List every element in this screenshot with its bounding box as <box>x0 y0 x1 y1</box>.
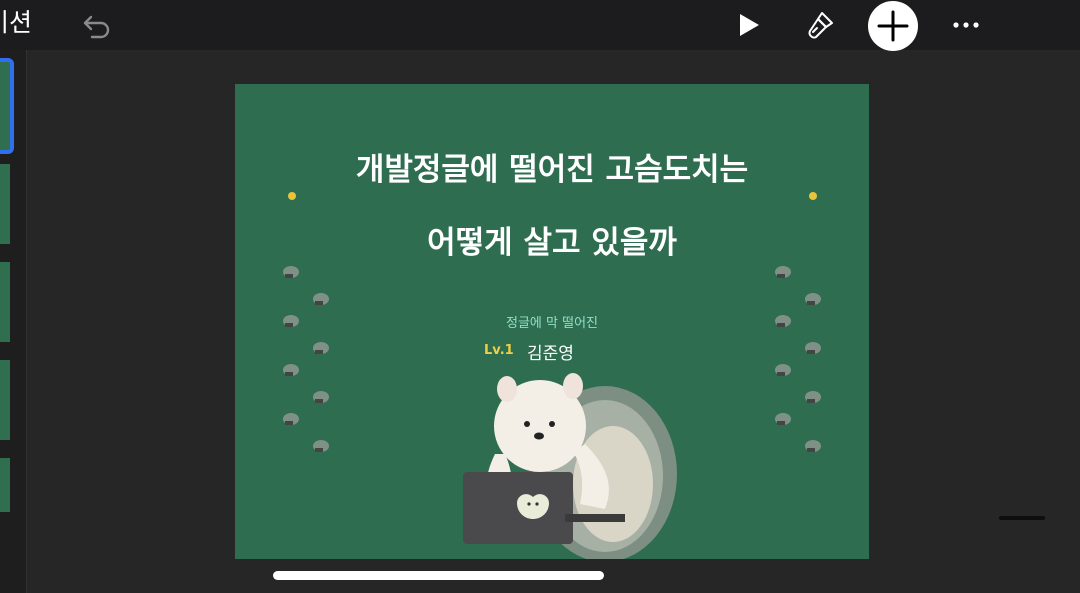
mini-hedgehog-icon <box>283 266 299 278</box>
level-badge[interactable]: Lv.1 <box>484 343 514 358</box>
add-icon <box>877 10 909 42</box>
format-brush-icon[interactable] <box>804 9 836 41</box>
add-button[interactable] <box>868 1 918 51</box>
slide-navigator <box>0 50 27 593</box>
mini-hedgehog-icon <box>313 391 329 403</box>
slide-thumbnail-4[interactable] <box>0 360 10 440</box>
slide-title-line1[interactable]: 개발정글에 떨어진 고슴도치는 <box>235 144 869 189</box>
document-title[interactable]: 이션 <box>0 5 32 41</box>
slide-thumbnail-2[interactable] <box>0 164 10 244</box>
mini-hedgehog-icon <box>805 391 821 403</box>
divider-line <box>999 516 1045 520</box>
mini-hedgehog-icon <box>805 342 821 354</box>
mini-hedgehog-icon <box>283 413 299 425</box>
mini-hedgehog-icon <box>313 440 329 452</box>
mini-hedgehog-icon <box>775 315 791 327</box>
mini-hedgehog-icon <box>805 293 821 305</box>
mini-hedgehog-icon <box>313 342 329 354</box>
mini-hedgehog-icon <box>775 413 791 425</box>
slide-thumbnail-1[interactable] <box>0 58 14 154</box>
mini-hedgehog-icon <box>283 364 299 376</box>
slide-canvas[interactable]: 개발정글에 떨어진 고슴도치는 어떻게 살고 있을까 정글에 막 떨어진 Lv.… <box>235 84 869 559</box>
slide-thumbnail-5[interactable] <box>0 458 10 512</box>
slide-thumbnail-3[interactable] <box>0 262 10 342</box>
mini-hedgehog-icon <box>313 293 329 305</box>
slide-title-line2[interactable]: 어떻게 살고 있을까 <box>235 217 869 262</box>
hedgehog-laptop-illustration[interactable] <box>455 364 695 559</box>
top-toolbar: 이션 <box>0 0 1080 51</box>
mini-hedgehog-icon <box>775 266 791 278</box>
decorative-dot-left <box>288 192 296 200</box>
undo-icon[interactable] <box>82 11 112 39</box>
home-indicator[interactable] <box>273 571 604 580</box>
mini-hedgehog-icon <box>805 440 821 452</box>
decorative-dot-right <box>809 192 817 200</box>
play-icon[interactable] <box>737 12 761 38</box>
mini-hedgehog-icon <box>775 364 791 376</box>
more-icon[interactable] <box>950 15 982 35</box>
mini-hedgehog-icon <box>283 315 299 327</box>
presenter-name[interactable]: 김준영 <box>527 339 574 364</box>
